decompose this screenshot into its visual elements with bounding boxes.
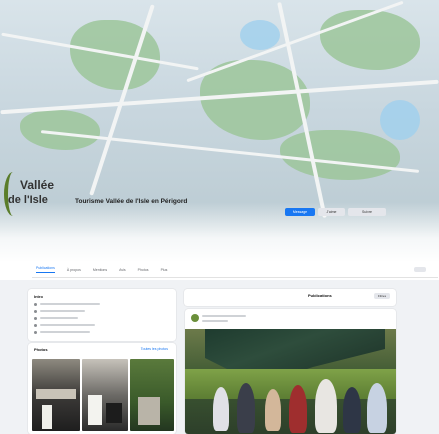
post-time-line (202, 320, 228, 322)
photo-thumbnail[interactable] (32, 359, 80, 431)
person-figure (315, 379, 337, 433)
map-park-area (320, 10, 420, 70)
avatar[interactable] (191, 314, 199, 322)
phone-icon (34, 317, 37, 320)
tab-about[interactable]: À propos (67, 268, 81, 272)
map-park-area (20, 110, 100, 150)
photo-thumbnail[interactable] (130, 359, 174, 431)
filters-button[interactable]: Filtres (374, 293, 390, 299)
map-water (240, 20, 280, 50)
follow-button[interactable]: Suivre (348, 208, 386, 216)
logo-text-line1: Vallée (20, 178, 55, 192)
photos-card: Photos Toutes les photos (28, 343, 176, 434)
map-park-area (280, 130, 400, 180)
post-card (185, 309, 396, 434)
person-figure (213, 387, 229, 431)
post-image[interactable] (185, 329, 396, 434)
tab-more[interactable]: Plus (161, 268, 168, 272)
logo-text-line2: de l'Isle (8, 194, 48, 206)
posts-title: Publications (308, 293, 332, 298)
tab-publications[interactable]: Publications (36, 266, 55, 273)
intro-text-line (40, 310, 85, 312)
tab-reviews[interactable]: Avis (119, 268, 126, 272)
person-figure (237, 383, 255, 433)
intro-title: Intro (34, 294, 43, 299)
photos-title: Photos (34, 347, 48, 352)
person-figure (343, 387, 361, 433)
email-icon (34, 324, 37, 327)
all-photos-link[interactable]: Toutes les photos (141, 347, 168, 351)
intro-text-line (40, 331, 90, 333)
website-icon (34, 331, 37, 334)
photo-thumbnail[interactable] (82, 359, 128, 431)
intro-text-line (40, 324, 95, 326)
message-button[interactable]: Message (285, 208, 315, 216)
person-figure (265, 389, 281, 431)
map-water (380, 100, 420, 140)
tab-mentions[interactable]: Mentions (93, 268, 107, 272)
person-figure (289, 385, 307, 433)
like-button[interactable]: J'aime (318, 208, 345, 216)
page-logo[interactable]: Vallée de l'Isle (4, 172, 56, 228)
cover-photo (0, 0, 439, 262)
intro-card: Intro (28, 289, 176, 341)
post-author-line (202, 315, 246, 317)
location-icon (34, 310, 37, 313)
info-icon (34, 303, 37, 306)
more-options-button[interactable] (414, 267, 426, 272)
person-figure (367, 383, 387, 433)
intro-text-line (40, 303, 100, 305)
posts-header-card: Publications Filtres (184, 289, 396, 306)
page-title: Tourisme Vallée de l'Isle en Périgord (75, 198, 188, 205)
page-tabs: Publications À propos Mentions Avis Phot… (32, 262, 438, 278)
tab-photos[interactable]: Photos (138, 268, 149, 272)
intro-text-line (40, 317, 78, 319)
